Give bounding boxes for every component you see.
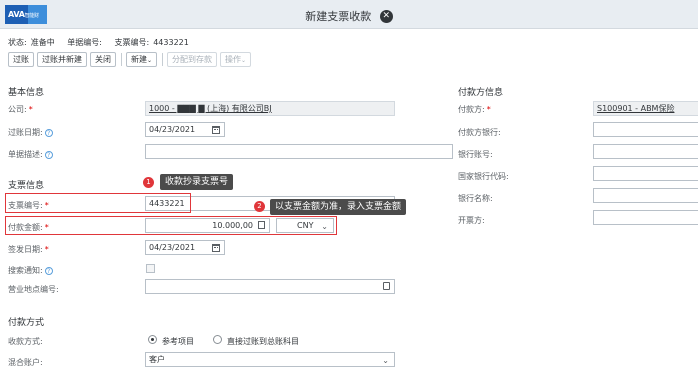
annotation-callout-2: 以支票金额为准，录入支票金额 bbox=[270, 199, 407, 215]
issue-date-label: 签发日期: * bbox=[8, 245, 49, 254]
posting-date-label: 过账日期:? bbox=[8, 127, 53, 138]
allocate-deposit-button[interactable]: 分配到存款 bbox=[167, 51, 218, 67]
status-label: 状态: bbox=[8, 38, 27, 47]
cheque-info-title: 支票信息 bbox=[8, 181, 45, 191]
description-label: 单据描述:? bbox=[8, 149, 53, 160]
annotation-badge-2: 2 bbox=[254, 201, 265, 212]
deposit-notice-checkbox[interactable] bbox=[146, 264, 155, 273]
bank-account-field[interactable] bbox=[593, 144, 698, 159]
post-and-new-button[interactable]: 过账并新建 bbox=[37, 51, 87, 67]
highlight-cheque-no bbox=[5, 193, 191, 213]
cheque-no-status-value: 4433221 bbox=[153, 38, 189, 47]
doc-no-label: 单据编号: bbox=[67, 38, 102, 47]
basic-info-title: 基本信息 bbox=[8, 88, 45, 98]
issuer-label: 开票方: bbox=[458, 216, 485, 225]
calendar-icon[interactable] bbox=[212, 244, 220, 252]
posting-date-field[interactable]: 04/23/2021 bbox=[145, 122, 225, 137]
app-header: AVA智能财 新建支票收款 ✕ bbox=[0, 0, 698, 29]
status-value: 准备中 bbox=[30, 38, 55, 47]
issuer-field[interactable] bbox=[593, 210, 698, 225]
toolbar: 过账 过账并新建 关闭 新建⌄ 分配到存款 操作⌄ bbox=[8, 51, 254, 67]
payer-bank-label: 付款方银行: bbox=[458, 128, 501, 137]
post-button[interactable]: 过账 bbox=[8, 51, 34, 67]
payer-bank-field[interactable] bbox=[593, 122, 698, 137]
radio-reference-item[interactable] bbox=[148, 335, 157, 344]
help-icon: ? bbox=[44, 266, 53, 275]
deposit-notice-label: 搜索通知:? bbox=[8, 265, 53, 276]
country-bank-code-label: 国家银行代码: bbox=[458, 172, 509, 181]
highlight-amount bbox=[5, 216, 337, 235]
annotation-badge-1: 1 bbox=[143, 177, 154, 188]
issue-date-field[interactable]: 04/23/2021 bbox=[145, 240, 225, 255]
chevron-down-icon: ⌄ bbox=[382, 356, 389, 365]
page-title: 新建支票收款 bbox=[305, 10, 372, 23]
payment-method-label: 收款方式: bbox=[8, 337, 43, 346]
mixed-account-select[interactable]: 客户 ⌄ bbox=[145, 352, 395, 367]
location-field[interactable] bbox=[145, 279, 395, 294]
payer-info-title: 付款方信息 bbox=[458, 88, 504, 98]
radio-direct-gl[interactable] bbox=[213, 335, 222, 344]
help-icon: ? bbox=[44, 128, 53, 137]
calendar-icon[interactable] bbox=[212, 126, 220, 134]
status-row: 状态: 准备中 单据编号: 支票编号: 4433221 bbox=[8, 37, 199, 48]
company-label: 公司: * bbox=[8, 105, 33, 114]
close-icon[interactable]: ✕ bbox=[379, 9, 393, 23]
description-field[interactable] bbox=[145, 144, 453, 159]
mixed-account-label: 混合账户: bbox=[8, 358, 43, 367]
toolbar-separator bbox=[121, 52, 122, 66]
bank-name-field[interactable] bbox=[593, 188, 698, 203]
country-bank-code-field[interactable] bbox=[593, 166, 698, 181]
cheque-no-status-label: 支票编号: bbox=[114, 38, 150, 47]
bank-account-label: 银行账号: bbox=[458, 150, 493, 159]
value-help-icon[interactable] bbox=[383, 282, 390, 290]
payer-label: 付款方: * bbox=[458, 105, 491, 114]
payment-method-title: 付款方式 bbox=[8, 318, 45, 328]
location-label: 营业地点编号: bbox=[8, 285, 59, 294]
bank-name-label: 银行名称: bbox=[458, 194, 493, 203]
actions-button[interactable]: 操作⌄ bbox=[220, 51, 252, 67]
annotation-callout-1: 收款抄录支票号 bbox=[160, 174, 234, 190]
close-button[interactable]: 关闭 bbox=[90, 51, 116, 67]
radio-reference-item-label: 参考项目 bbox=[162, 337, 194, 346]
company-field: 1000 - ▇▇▇ ▇ (上海) 有限公司BJ bbox=[145, 101, 395, 116]
radio-direct-gl-label: 直接过账到总账科目 bbox=[227, 337, 299, 346]
payer-field: S100901 - ABM保险 bbox=[593, 101, 698, 116]
new-button[interactable]: 新建⌄ bbox=[126, 51, 158, 67]
toolbar-separator bbox=[162, 52, 164, 66]
page-title-bar: 新建支票收款 ✕ bbox=[0, 8, 698, 24]
help-icon: ? bbox=[44, 150, 53, 159]
